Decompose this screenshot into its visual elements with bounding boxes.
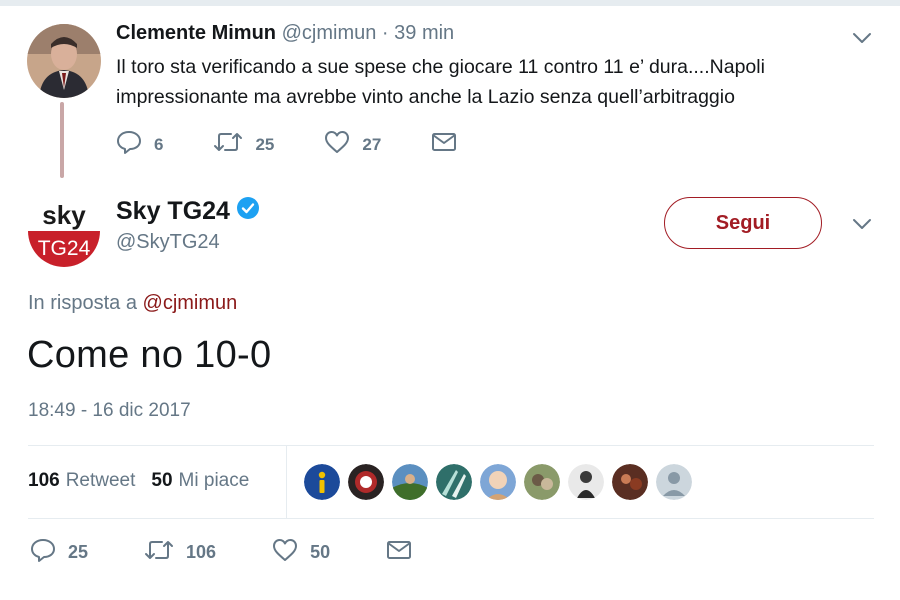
reply-header: Clemente Mimun @cjmimun · 39 min [116,22,454,45]
author-name[interactable]: Sky TG24 [116,196,260,227]
message-button[interactable] [431,131,469,158]
like-count: 27 [362,134,382,154]
thread-line [60,102,64,178]
reply-button[interactable]: 25 [30,538,88,567]
author-handle[interactable]: @SkyTG24 [116,231,220,254]
reply-icon [30,538,68,567]
retweet-icon [213,131,255,158]
svg-text:TG24: TG24 [38,237,91,260]
liker-avatars [304,464,700,500]
divider [28,518,874,519]
like-icon [272,538,310,567]
timestamp[interactable]: 18:49 - 16 dic 2017 [28,400,191,422]
in-reply-prefix: In risposta a [28,292,137,314]
in-reply-to: In risposta a @cjmimun [28,292,237,315]
avatar[interactable] [392,464,428,500]
stats-divider [286,446,287,518]
reply-count: 25 [68,542,89,562]
svg-text:sky: sky [42,200,86,230]
reply-count: 6 [154,134,164,154]
verified-icon [230,196,260,227]
divider [28,445,874,446]
avatar[interactable] [612,464,648,500]
chevron-down-icon[interactable] [850,26,874,50]
avatar[interactable] [480,464,516,500]
avatar[interactable] [524,464,560,500]
like-icon [324,130,362,159]
retweet-button[interactable]: 25 [213,131,274,158]
follow-button[interactable]: Segui [664,197,822,249]
message-icon [386,539,424,566]
avatar[interactable] [348,464,384,500]
avatar[interactable] [304,464,340,500]
like-count: 50 [310,542,331,562]
reply-button[interactable]: 6 [116,130,163,159]
author-name[interactable]: Clemente Mimun [116,22,276,44]
tweet-actions: 25 106 50 [30,538,480,567]
retweet-button[interactable]: 106 [144,539,216,566]
message-button[interactable] [386,539,424,566]
tweet-text: Come no 10-0 [27,334,272,376]
in-reply-handle-link[interactable]: @cjmimun [143,292,238,314]
avatar[interactable] [568,464,604,500]
retweet-icon [144,539,186,566]
like-stat-link[interactable]: Mi piace [179,470,250,492]
retweet-stat-link[interactable]: Retweet [66,470,136,492]
sky-tg24-logo[interactable]: sky TG24 [27,195,101,267]
like-button[interactable]: 50 [272,538,330,567]
retweet-count: 106 [186,542,217,562]
retweet-count: 25 [255,134,275,154]
reply-icon [116,130,154,159]
retweet-stat-count: 106 [28,470,60,491]
avatar[interactable] [27,24,101,98]
author-handle[interactable]: @cjmimun [282,22,377,44]
tweet-actions: 6 25 27 [116,130,519,159]
author-name-text: Sky TG24 [116,197,230,225]
reply-tweet: Clemente Mimun @cjmimun · 39 min Il toro… [0,0,900,180]
avatar[interactable] [656,464,692,500]
tweet-stats: 106 Retweet 50 Mi piace [28,470,249,492]
message-icon [431,131,469,158]
tweet-text: Il toro sta verificando a sue spese che … [116,56,765,108]
time-ago[interactable]: · 39 min [382,22,454,44]
like-button[interactable]: 27 [324,130,381,159]
avatar[interactable] [436,464,472,500]
like-stat-count: 50 [151,470,173,491]
chevron-down-icon[interactable] [850,212,874,236]
